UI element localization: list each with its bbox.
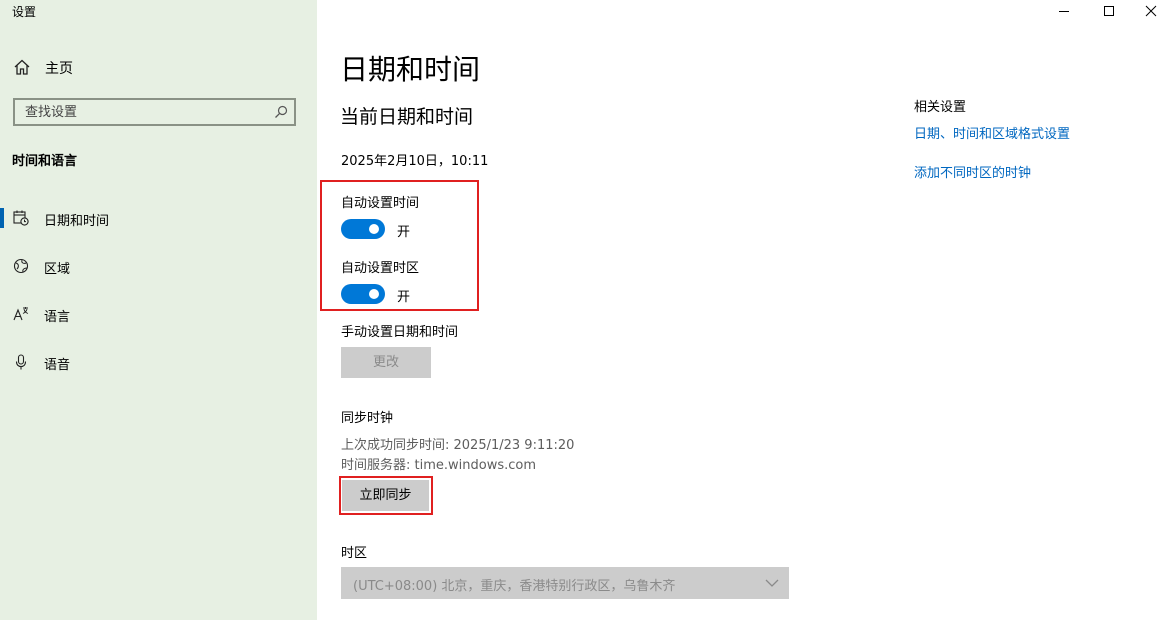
sidebar-item-region[interactable]: 区域 [0, 249, 317, 283]
sidebar-item-label: 区域 [44, 262, 71, 277]
timezone-value: (UTC+08:00) 北京，重庆，香港特别行政区，乌鲁木齐 [353, 579, 676, 594]
calendar-clock-icon [13, 210, 29, 226]
sidebar-home-label: 主页 [45, 61, 73, 77]
close-button[interactable] [1128, 0, 1174, 22]
globe-icon [13, 258, 29, 274]
chevron-down-icon [765, 579, 779, 587]
sidebar-item-home[interactable]: 主页 [0, 52, 317, 82]
minimize-icon [1059, 11, 1069, 12]
timezone-label: 时区 [341, 546, 368, 561]
auto-time-label: 自动设置时间 [341, 196, 420, 211]
search-box[interactable] [13, 98, 296, 126]
sidebar: 设置 主页 时间和语言 日期和时 [0, 0, 317, 620]
maximize-button[interactable] [1086, 0, 1132, 22]
home-icon [14, 59, 30, 75]
sidebar-section-title: 时间和语言 [12, 154, 78, 169]
sidebar-item-label: 日期和时间 [44, 214, 110, 229]
sidebar-item-label: 语言 [44, 310, 71, 325]
language-icon [13, 307, 29, 321]
sync-clock-label: 同步时钟 [341, 411, 394, 426]
time-server-text: 时间服务器: time.windows.com [341, 458, 537, 473]
auto-time-state: 开 [397, 225, 411, 240]
sidebar-item-label: 语音 [44, 358, 71, 373]
search-icon[interactable] [274, 105, 288, 119]
sidebar-item-date-time[interactable]: 日期和时间 [0, 201, 317, 235]
search-input[interactable] [15, 100, 275, 124]
settings-window: 设置 主页 时间和语言 日期和时 [0, 0, 1174, 620]
link-region-format-settings[interactable]: 日期、时间和区域格式设置 [914, 123, 1070, 142]
app-title: 设置 [12, 5, 37, 19]
auto-timezone-state: 开 [397, 290, 411, 305]
auto-timezone-label: 自动设置时区 [341, 261, 420, 276]
sidebar-item-speech[interactable]: 语音 [0, 345, 317, 379]
sync-now-button[interactable]: 立即同步 [342, 480, 429, 511]
minimize-button[interactable] [1041, 0, 1087, 22]
auto-time-toggle[interactable] [341, 219, 385, 239]
change-button[interactable]: 更改 [341, 347, 431, 378]
close-icon [1145, 5, 1157, 17]
maximize-icon [1104, 6, 1114, 16]
page-title: 日期和时间 [340, 53, 481, 86]
link-add-clocks[interactable]: 添加不同时区的时钟 [914, 162, 1031, 181]
manual-datetime-label: 手动设置日期和时间 [341, 325, 459, 340]
toggle-knob [369, 289, 379, 299]
related-settings-title: 相关设置 [914, 100, 967, 115]
auto-timezone-toggle[interactable] [341, 284, 385, 304]
sidebar-item-language[interactable]: 语言 [0, 297, 317, 331]
toggle-knob [369, 224, 379, 234]
microphone-icon [15, 354, 27, 370]
last-sync-text: 上次成功同步时间: 2025/1/23 9:11:20 [341, 438, 575, 453]
timezone-dropdown[interactable]: (UTC+08:00) 北京，重庆，香港特别行政区，乌鲁木齐 [341, 567, 789, 599]
section-heading-current: 当前日期和时间 [340, 106, 474, 128]
current-datetime: 2025年2月10日，10:11 [341, 154, 489, 169]
